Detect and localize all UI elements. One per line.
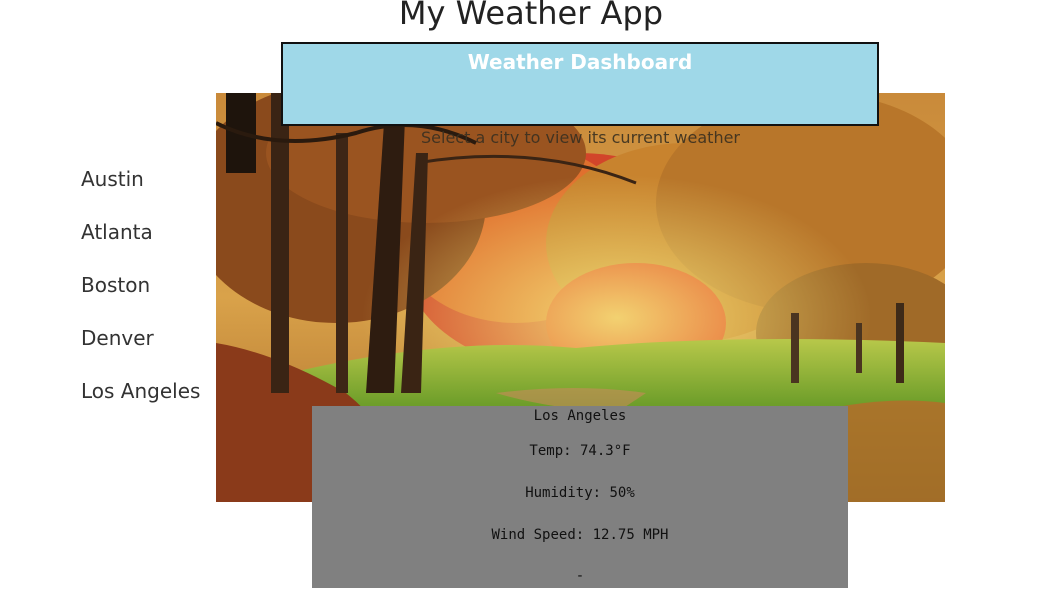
dashboard-title: Weather Dashboard bbox=[467, 50, 693, 74]
city-item-boston[interactable]: Boston bbox=[81, 272, 200, 325]
weather-temp: Temp: 74.3°F bbox=[529, 443, 631, 459]
app-title-text: My Weather App bbox=[398, 0, 664, 32]
city-item-denver[interactable]: Denver bbox=[81, 325, 200, 378]
weather-card: Los Angeles Temp: 74.3°F Humidity: 50% W… bbox=[312, 406, 848, 588]
city-list: Austin Atlanta Boston Denver Los Angeles bbox=[81, 166, 200, 431]
dashboard-banner: Weather Dashboard bbox=[281, 42, 879, 126]
weather-app-page: My Weather App Weather Dashboard Select … bbox=[0, 0, 1062, 595]
city-item-los-angeles[interactable]: Los Angeles bbox=[81, 378, 200, 431]
select-city-hint: Select a city to view its current weathe… bbox=[421, 128, 740, 147]
weather-wind-speed: Wind Speed: 12.75 MPH bbox=[491, 527, 669, 543]
city-item-austin[interactable]: Austin bbox=[81, 166, 200, 219]
app-title: My Weather App bbox=[0, 0, 1062, 32]
weather-footer: - bbox=[575, 568, 585, 584]
city-item-atlanta[interactable]: Atlanta bbox=[81, 219, 200, 272]
weather-humidity: Humidity: 50% bbox=[525, 485, 635, 501]
weather-city-name: Los Angeles bbox=[533, 408, 627, 424]
